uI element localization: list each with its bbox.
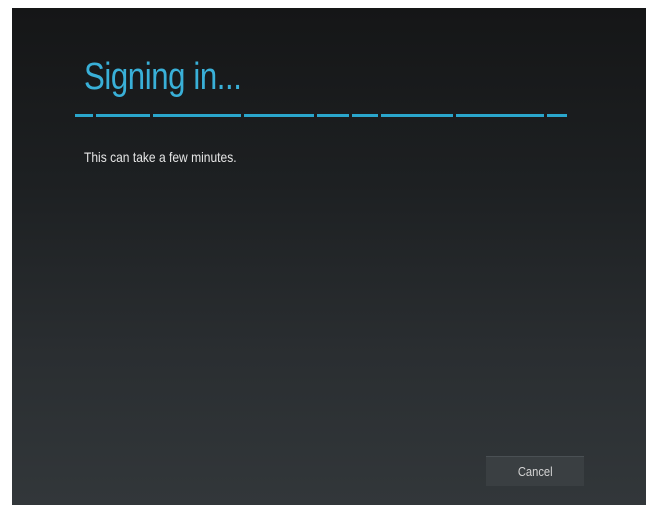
progress-segment (153, 114, 241, 117)
progress-segment (547, 114, 567, 117)
page-title: Signing in... (84, 56, 242, 98)
cancel-button-label: Cancel (517, 464, 553, 479)
progress-segment (96, 114, 150, 117)
signin-screen: Signing in... This can take a few minute… (12, 8, 646, 505)
status-message: This can take a few minutes. (84, 149, 237, 165)
progress-segment (317, 114, 349, 117)
progress-segment (352, 114, 378, 117)
cancel-button[interactable]: Cancel (486, 456, 584, 486)
progress-segment (456, 114, 544, 117)
indeterminate-progress-bar (75, 114, 587, 117)
progress-segment (244, 114, 314, 117)
progress-segment (381, 114, 453, 117)
progress-segment (75, 114, 93, 117)
